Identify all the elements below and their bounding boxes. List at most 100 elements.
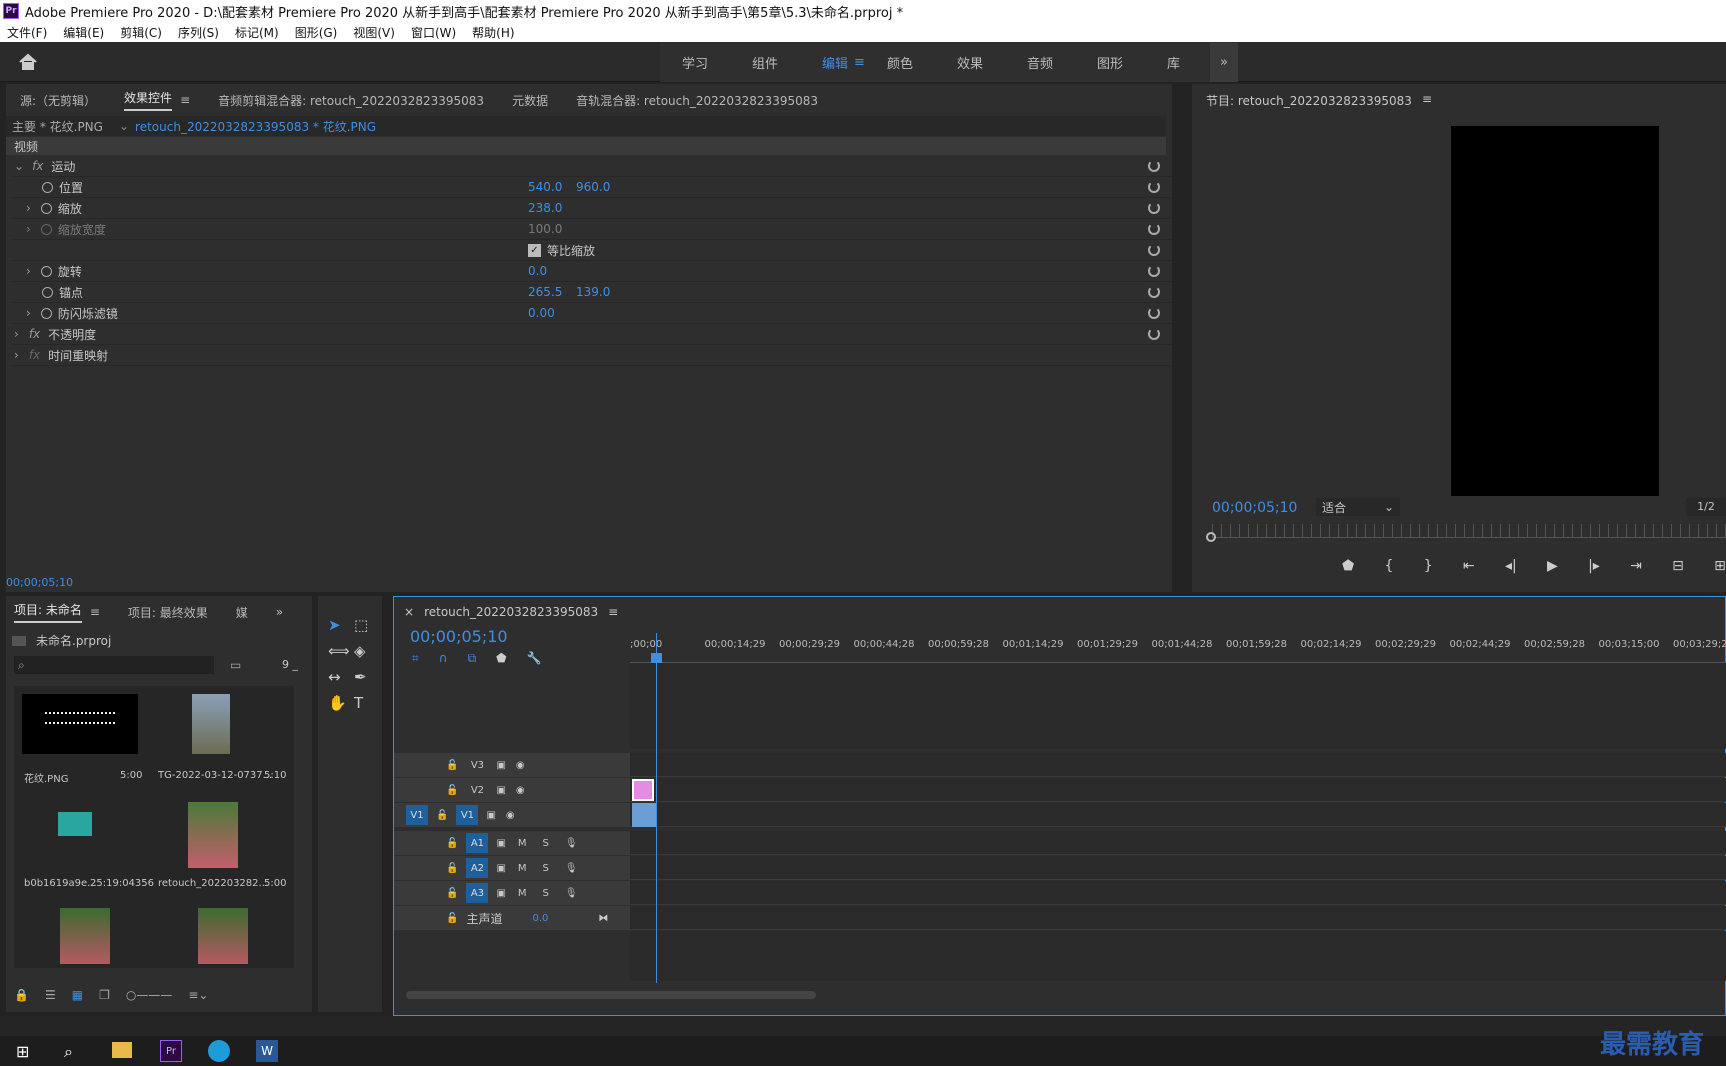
add-marker-icon[interactable]: ⬟ xyxy=(1342,558,1354,574)
scale-value[interactable]: 238.0 xyxy=(528,201,562,215)
expand-chevron-icon[interactable]: › xyxy=(26,306,31,320)
ripple-edit-icon[interactable]: ⟺ xyxy=(328,642,354,660)
stopwatch-icon[interactable] xyxy=(40,202,52,214)
sync-lock-icon[interactable]: ▣ xyxy=(496,888,505,899)
lock-icon[interactable]: 🔓 xyxy=(446,838,458,849)
freeform-view-icon[interactable]: ❐ xyxy=(99,988,110,1002)
tab-track-mixer[interactable]: 音轨混合器: retouch_2022032823395083 xyxy=(576,92,818,109)
step-forward-icon[interactable]: |▸ xyxy=(1588,558,1600,574)
tab-menu-icon[interactable]: ≡ xyxy=(180,93,190,107)
playhead-handle[interactable] xyxy=(651,653,662,663)
home-icon[interactable] xyxy=(18,53,38,71)
effect-opacity[interactable]: › fx 不透明度 xyxy=(12,324,1172,345)
clip-pattern[interactable] xyxy=(632,779,654,801)
sync-lock-icon[interactable]: ▣ xyxy=(496,838,505,849)
lock-icon[interactable]: 🔓 xyxy=(446,760,458,771)
track-a2-lane[interactable] xyxy=(630,856,1726,880)
sync-lock-icon[interactable]: ▣ xyxy=(496,863,505,874)
position-x-value[interactable]: 540.0 xyxy=(528,180,562,194)
track-select-icon[interactable]: ⬚ xyxy=(354,616,380,634)
master-volume-value[interactable]: 0.0 xyxy=(532,913,548,924)
thumb-retouch[interactable] xyxy=(188,802,238,868)
text-tool-icon[interactable]: T xyxy=(354,694,380,712)
playhead-line[interactable] xyxy=(656,633,657,983)
mute-button[interactable]: M xyxy=(518,863,527,874)
lift-icon[interactable]: ⊟ xyxy=(1672,558,1684,574)
sync-lock-icon[interactable]: ▣ xyxy=(486,810,495,821)
reset-icon[interactable] xyxy=(1148,181,1160,193)
ws-graphics[interactable]: 图形 xyxy=(1075,53,1145,72)
eye-icon[interactable]: ◉ xyxy=(516,760,525,771)
close-icon[interactable]: × xyxy=(404,605,414,619)
ws-more-icon[interactable]: » xyxy=(1210,42,1238,82)
file-explorer-icon[interactable] xyxy=(112,1042,132,1058)
menu-sequence[interactable]: 序列(S) xyxy=(178,24,219,41)
sequence-name[interactable]: retouch_2022032823395083 xyxy=(424,605,598,619)
tab-media[interactable]: 媒 xyxy=(236,604,248,621)
zoom-slider[interactable]: ○——— xyxy=(126,988,172,1002)
linked-select-icon[interactable]: ⧉ xyxy=(468,651,477,666)
reset-icon[interactable] xyxy=(1148,307,1160,319)
lock-icon[interactable]: 🔓 xyxy=(446,888,458,899)
reset-icon[interactable] xyxy=(1148,202,1160,214)
mark-out-icon[interactable]: } xyxy=(1424,558,1433,574)
timeline-zoom-scrollbar[interactable] xyxy=(406,991,816,999)
word-icon[interactable]: W xyxy=(256,1040,278,1062)
eye-icon[interactable]: ◉ xyxy=(516,785,525,796)
list-view-icon[interactable]: ☰ xyxy=(45,988,56,1002)
tab-menu-icon[interactable]: ≡ xyxy=(608,605,618,619)
menu-help[interactable]: 帮助(H) xyxy=(472,24,514,41)
step-back-icon[interactable]: ◂| xyxy=(1505,558,1517,574)
chevron-down-icon[interactable]: ⌄ xyxy=(119,119,129,133)
anchor-y-value[interactable]: 139.0 xyxy=(576,285,610,299)
track-target-a1[interactable]: A1 xyxy=(466,833,489,853)
ws-effects[interactable]: 效果 xyxy=(935,53,1005,72)
stopwatch-icon[interactable] xyxy=(40,265,52,277)
expand-chevron-icon[interactable]: ⌄ xyxy=(14,159,24,173)
lock-icon[interactable]: 🔒 xyxy=(14,988,29,1002)
mute-button[interactable]: M xyxy=(518,888,527,899)
go-to-out-icon[interactable]: ⇥ xyxy=(1630,558,1642,574)
eye-icon[interactable]: ◉ xyxy=(506,810,515,821)
reset-icon[interactable] xyxy=(1148,328,1160,340)
expand-chevron-icon[interactable]: › xyxy=(26,264,31,278)
position-y-value[interactable]: 960.0 xyxy=(576,180,610,194)
thumb-photo-3[interactable] xyxy=(60,908,110,964)
tab-effect-controls[interactable]: 效果控件 xyxy=(124,89,173,111)
effect-time-remap[interactable]: › fx 时间重映射 xyxy=(12,345,1172,366)
antiflicker-value[interactable]: 0.00 xyxy=(528,306,555,320)
more-panels-icon[interactable]: » xyxy=(276,605,283,619)
tab-audio-clip-mixer[interactable]: 音频剪辑混合器: retouch_2022032823395083 xyxy=(218,92,484,109)
sequence-clip-label[interactable]: retouch_2022032823395083 * 花纹.PNG xyxy=(135,118,376,135)
reset-icon[interactable] xyxy=(1148,244,1160,256)
new-bin-icon[interactable]: ▭ xyxy=(230,658,241,672)
pen-icon[interactable]: ✒ xyxy=(354,668,380,686)
menu-clip[interactable]: 剪辑(C) xyxy=(120,24,162,41)
master-clip-label[interactable]: 主要 * 花纹.PNG xyxy=(12,118,103,135)
lock-icon[interactable]: 🔓 xyxy=(446,863,458,874)
slip-icon[interactable]: ↔ xyxy=(328,668,354,686)
icon-view-icon[interactable]: ▦ xyxy=(72,988,83,1002)
track-v3-lane[interactable] xyxy=(630,753,1726,777)
ws-assembly[interactable]: 组件 xyxy=(730,53,800,72)
search-icon[interactable]: ⌕ xyxy=(64,1042,73,1062)
ec-timecode[interactable]: 00;00;05;10 xyxy=(6,576,73,589)
program-menu-icon[interactable]: ≡ xyxy=(1422,92,1432,109)
sync-lock-icon[interactable]: ▣ xyxy=(496,760,505,771)
tab-project-final[interactable]: 项目: 最终效果 xyxy=(128,604,208,621)
mute-button[interactable]: M xyxy=(518,838,527,849)
time-ruler[interactable]: ;00;00 00;00;14;29 00;00;29;29 00;00;44;28 0… xyxy=(630,633,1726,663)
uniform-scale-checkbox[interactable]: ✓ xyxy=(528,243,541,257)
stopwatch-icon[interactable] xyxy=(42,286,53,298)
tab-menu-icon[interactable]: ≡ xyxy=(90,605,100,619)
source-patch-v1[interactable]: V1 xyxy=(406,805,428,825)
premiere-taskbar-icon[interactable]: Pr xyxy=(160,1040,182,1062)
sync-lock-icon[interactable]: ▣ xyxy=(496,785,505,796)
stopwatch-icon[interactable] xyxy=(40,307,52,319)
lock-icon[interactable]: 🔓 xyxy=(446,913,458,924)
fx-icon[interactable]: fx xyxy=(29,327,40,341)
resolution-select[interactable]: 1/2 xyxy=(1686,498,1726,516)
thumb-photo-4[interactable] xyxy=(198,908,248,964)
menu-view[interactable]: 视图(V) xyxy=(353,24,395,41)
mark-in-icon[interactable]: { xyxy=(1384,558,1393,574)
